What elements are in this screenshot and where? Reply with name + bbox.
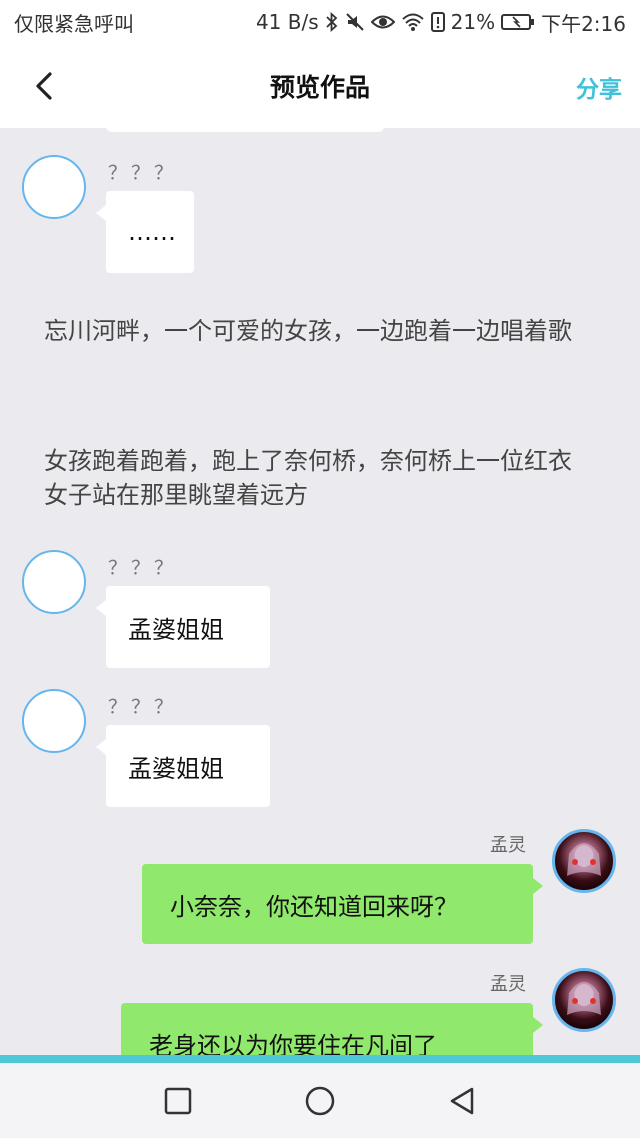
previous-bubble-fragment bbox=[106, 128, 384, 132]
accent-divider bbox=[0, 1055, 640, 1063]
character-portrait-icon bbox=[567, 982, 601, 1015]
square-icon[interactable] bbox=[158, 1081, 198, 1121]
message-bubble[interactable]: 老身还以为你要住在凡间了 bbox=[121, 1003, 543, 1059]
message-bubble[interactable]: 小奈奈，你还知道回来呀？ bbox=[142, 864, 543, 944]
clock: 下午2:16 bbox=[541, 11, 626, 36]
battery-icon bbox=[501, 13, 535, 31]
sender-name: ？？？ bbox=[108, 557, 178, 579]
bluetooth-icon bbox=[325, 12, 339, 32]
sim-alert-icon bbox=[430, 12, 445, 32]
message-text: 孟婆姐姐 bbox=[128, 754, 224, 783]
status-bar: 仅限紧急呼叫 41 B/s 21% 下午2:16 bbox=[0, 0, 640, 44]
narration-text: 女孩跑着跑着，跑上了奈何桥，奈何桥上一位红衣女子站在那里眺望着远方 bbox=[44, 447, 572, 509]
avatar[interactable] bbox=[22, 689, 86, 753]
message-bubble[interactable]: 孟婆姐姐 bbox=[96, 586, 270, 668]
triangle-back-icon[interactable] bbox=[442, 1081, 482, 1121]
circle-icon[interactable] bbox=[300, 1081, 340, 1121]
eye-icon bbox=[370, 13, 395, 31]
avatar[interactable] bbox=[552, 968, 616, 1032]
carrier-text: 仅限紧急呼叫 bbox=[14, 11, 134, 36]
message-text: 老身还以为你要住在凡间了 bbox=[149, 1031, 437, 1059]
chevron-left-icon[interactable] bbox=[28, 68, 64, 104]
page-title: 预览作品 bbox=[269, 73, 370, 102]
message-bubble[interactable]: …… bbox=[96, 191, 194, 273]
message-text: …… bbox=[128, 218, 176, 246]
narration-text: 忘川河畔，一个可爱的女孩，一边跑着一边唱着歌 bbox=[44, 317, 572, 345]
wifi-icon bbox=[401, 12, 425, 32]
character-portrait-icon bbox=[567, 843, 601, 876]
mute-icon bbox=[345, 12, 365, 32]
message-text: 小奈奈，你还知道回来呀？ bbox=[170, 892, 458, 921]
avatar[interactable] bbox=[552, 829, 616, 893]
avatar[interactable] bbox=[22, 155, 86, 219]
battery-percent: 21% bbox=[450, 10, 496, 34]
sender-name: ？？？ bbox=[108, 696, 178, 718]
sender-name: 孟灵 bbox=[490, 974, 526, 995]
app-bar: 预览作品 分享 bbox=[0, 44, 640, 128]
message-text: 孟婆姐姐 bbox=[128, 615, 224, 644]
system-nav-bar bbox=[0, 1063, 640, 1138]
message-bubble[interactable]: 孟婆姐姐 bbox=[96, 725, 270, 807]
avatar[interactable] bbox=[22, 550, 86, 614]
status-icons: 41 B/s 21% 下午2:16 bbox=[256, 8, 626, 37]
share-button[interactable]: 分享 bbox=[576, 70, 622, 104]
chat-content[interactable]: ？？？ …… 忘川河畔，一个可爱的女孩，一边跑着一边唱着歌 女孩跑着跑着，跑上了… bbox=[0, 128, 640, 1058]
network-speed: 41 B/s bbox=[255, 10, 319, 34]
sender-name: 孟灵 bbox=[490, 835, 526, 856]
sender-name: ？？？ bbox=[108, 162, 178, 184]
